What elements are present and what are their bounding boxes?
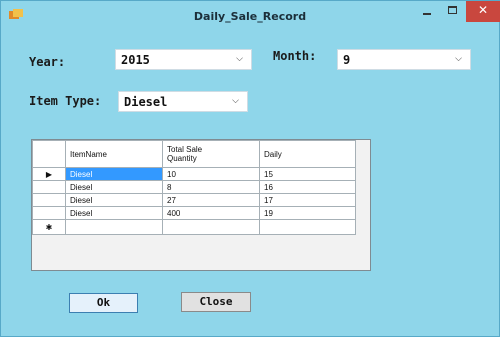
new-cell[interactable] bbox=[162, 219, 260, 235]
cell-daily[interactable]: 15 bbox=[259, 167, 356, 181]
month-value: 9 bbox=[343, 53, 351, 67]
item-type-label: Item Type: bbox=[29, 94, 102, 108]
cell-daily[interactable]: 17 bbox=[259, 193, 356, 207]
column-header-itemname[interactable]: ItemName bbox=[65, 140, 163, 168]
new-cell[interactable] bbox=[259, 219, 356, 235]
maximize-button[interactable] bbox=[440, 1, 466, 22]
daily-sale-record-window: Daily_Sale_Record ✕ Year: 2015 ⌵ Month: … bbox=[0, 0, 500, 337]
current-row-icon[interactable]: ▶ bbox=[32, 167, 66, 181]
table-row[interactable]: Diesel 27 17 bbox=[32, 193, 356, 207]
new-row-icon[interactable]: ✱ bbox=[32, 219, 66, 235]
new-row[interactable]: ✱ bbox=[32, 219, 356, 235]
cell-total-sale-quantity[interactable]: 27 bbox=[162, 193, 260, 207]
close-icon: ✕ bbox=[477, 3, 489, 17]
cell-itemname[interactable]: Diesel bbox=[65, 180, 163, 194]
cell-daily[interactable]: 16 bbox=[259, 180, 356, 194]
close-button[interactable]: Close bbox=[181, 292, 251, 312]
title-bar: Daily_Sale_Record ✕ bbox=[1, 1, 500, 31]
table-row[interactable]: Diesel 8 16 bbox=[32, 180, 356, 194]
maximize-icon bbox=[448, 6, 457, 14]
chevron-down-icon[interactable]: ⌵ bbox=[236, 54, 243, 64]
row-header[interactable] bbox=[32, 180, 66, 194]
month-label: Month: bbox=[273, 49, 317, 63]
cell-total-sale-quantity[interactable]: 10 bbox=[162, 167, 260, 181]
year-label: Year: bbox=[29, 55, 66, 69]
sales-table: ItemName Total Sale Quantity Daily ▶ Die… bbox=[32, 140, 356, 235]
cell-daily[interactable]: 19 bbox=[259, 206, 356, 220]
cell-itemname[interactable]: Diesel bbox=[65, 167, 163, 181]
row-header[interactable] bbox=[32, 193, 66, 207]
cell-total-sale-quantity[interactable]: 400 bbox=[162, 206, 260, 220]
minimize-button[interactable] bbox=[414, 1, 440, 22]
chevron-down-icon[interactable]: ⌵ bbox=[232, 96, 239, 106]
row-header[interactable] bbox=[32, 206, 66, 220]
header-row: ItemName Total Sale Quantity Daily bbox=[32, 140, 356, 168]
minimize-icon bbox=[423, 13, 431, 15]
new-cell[interactable] bbox=[65, 219, 163, 235]
row-header-corner[interactable] bbox=[32, 140, 66, 168]
year-select[interactable]: 2015 ⌵ bbox=[115, 49, 252, 70]
sales-data-grid[interactable]: ItemName Total Sale Quantity Daily ▶ Die… bbox=[31, 139, 371, 271]
column-header-daily[interactable]: Daily bbox=[259, 140, 356, 168]
cell-total-sale-quantity[interactable]: 8 bbox=[162, 180, 260, 194]
item-type-select[interactable]: Diesel ⌵ bbox=[118, 91, 248, 112]
item-type-value: Diesel bbox=[124, 95, 168, 109]
table-row[interactable]: ▶ Diesel 10 15 bbox=[32, 167, 356, 181]
year-value: 2015 bbox=[121, 53, 150, 67]
month-select[interactable]: 9 ⌵ bbox=[337, 49, 471, 70]
table-row[interactable]: Diesel 400 19 bbox=[32, 206, 356, 220]
close-window-button[interactable]: ✕ bbox=[466, 1, 500, 22]
ok-button[interactable]: Ok bbox=[69, 293, 138, 313]
column-header-total-sale-quantity[interactable]: Total Sale Quantity bbox=[162, 140, 260, 168]
chevron-down-icon[interactable]: ⌵ bbox=[455, 54, 462, 64]
cell-itemname[interactable]: Diesel bbox=[65, 193, 163, 207]
cell-itemname[interactable]: Diesel bbox=[65, 206, 163, 220]
